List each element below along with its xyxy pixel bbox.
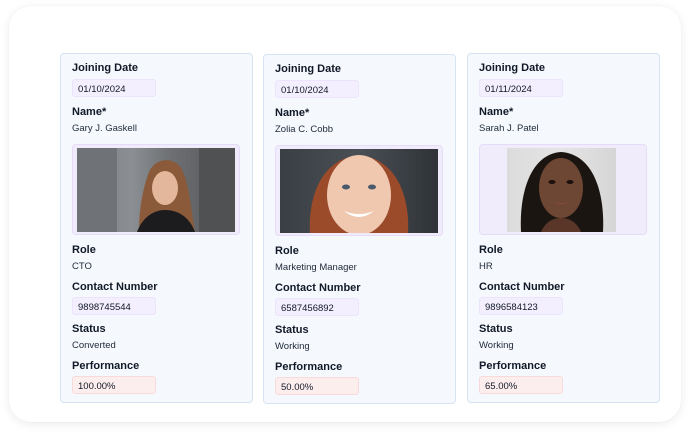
photo-frame [72, 144, 240, 235]
status-value: Working [479, 340, 514, 351]
name-label: Name* [479, 106, 514, 118]
role-label: Role [72, 244, 96, 256]
contact-field[interactable]: 6587456892 [275, 298, 359, 316]
role-label: Role [275, 245, 299, 257]
performance-label: Performance [72, 360, 140, 372]
performance-label: Performance [479, 360, 547, 372]
name-label: Name* [275, 107, 310, 119]
performance-field[interactable]: 50.00% [275, 377, 359, 395]
joining-date-label: Joining Date [275, 63, 342, 75]
employee-photo [507, 148, 616, 232]
status-value: Converted [72, 340, 116, 351]
joining-date-field[interactable]: 01/10/2024 [72, 79, 156, 97]
joining-date-label: Joining Date [479, 62, 546, 74]
employee-card: Joining Date 01/11/2024 Name* Sarah J. P… [467, 53, 660, 403]
role-value: CTO [72, 261, 92, 272]
employee-card: Joining Date 01/10/2024 Name* Gary J. Ga… [60, 53, 253, 403]
joining-date-label: Joining Date [72, 62, 139, 74]
joining-date-field[interactable]: 01/10/2024 [275, 80, 359, 98]
status-label: Status [72, 323, 106, 335]
employee-name: Sarah J. Patel [479, 123, 539, 134]
performance-label: Performance [275, 361, 343, 373]
employee-card: Joining Date 01/10/2024 Name* Zolia C. C… [263, 54, 456, 404]
role-value: HR [479, 261, 493, 272]
role-label: Role [479, 244, 503, 256]
status-label: Status [479, 323, 513, 335]
status-value: Working [275, 341, 310, 352]
name-label: Name* [72, 106, 107, 118]
employee-name: Gary J. Gaskell [72, 123, 137, 134]
contact-label: Contact Number [72, 281, 158, 293]
photo-frame [275, 145, 443, 236]
contact-field[interactable]: 9896584123 [479, 297, 563, 315]
contact-label: Contact Number [479, 281, 565, 293]
performance-field[interactable]: 100.00% [72, 376, 156, 394]
performance-field[interactable]: 65.00% [479, 376, 563, 394]
contact-field[interactable]: 9898745544 [72, 297, 156, 315]
role-value: Marketing Manager [275, 262, 357, 273]
joining-date-field[interactable]: 01/11/2024 [479, 79, 563, 97]
employee-photo [280, 149, 438, 233]
employee-photo [77, 148, 235, 232]
photo-frame [479, 144, 647, 235]
contact-label: Contact Number [275, 282, 361, 294]
employee-name: Zolia C. Cobb [275, 124, 334, 135]
status-label: Status [275, 324, 309, 336]
